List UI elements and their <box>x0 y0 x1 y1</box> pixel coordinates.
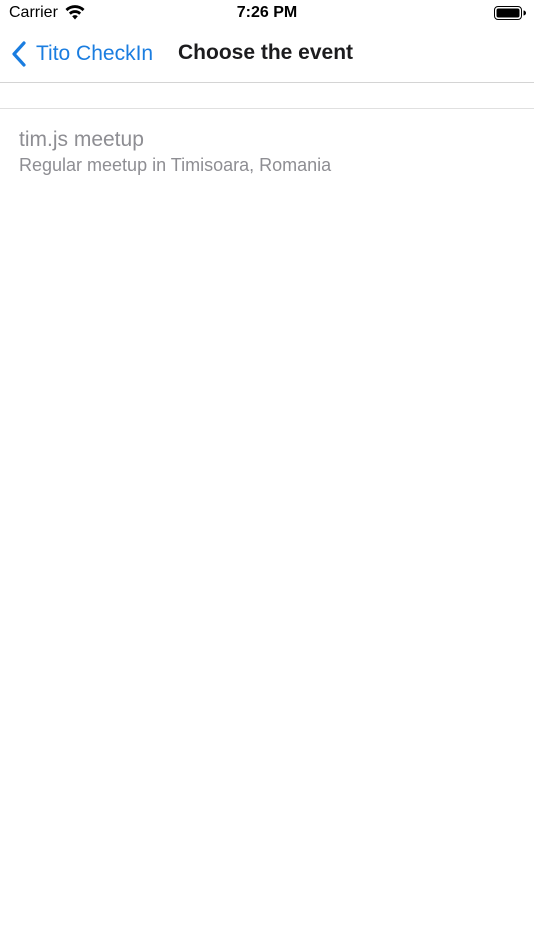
battery-icon <box>494 6 526 20</box>
event-subtitle: Regular meetup in Timisoara, Romania <box>19 155 332 175</box>
section-header-spacer <box>0 83 534 109</box>
navigation-bar: Tito CheckIn Choose the event <box>0 28 534 83</box>
status-bar: Carrier 7:26 PM <box>0 0 534 28</box>
back-button-label: Tito CheckIn <box>36 42 154 65</box>
page-title: Choose the event <box>178 41 354 64</box>
chevron-left-icon <box>12 41 26 67</box>
status-time: 7:26 PM <box>236 4 298 21</box>
back-button[interactable]: Tito CheckIn <box>10 38 153 70</box>
event-title: tim.js meetup <box>19 128 144 151</box>
event-list-item[interactable]: tim.js meetup Regular meetup in Timisoar… <box>0 109 534 189</box>
screen: Carrier 7:26 PM Tito CheckIn Choose the … <box>0 0 534 950</box>
